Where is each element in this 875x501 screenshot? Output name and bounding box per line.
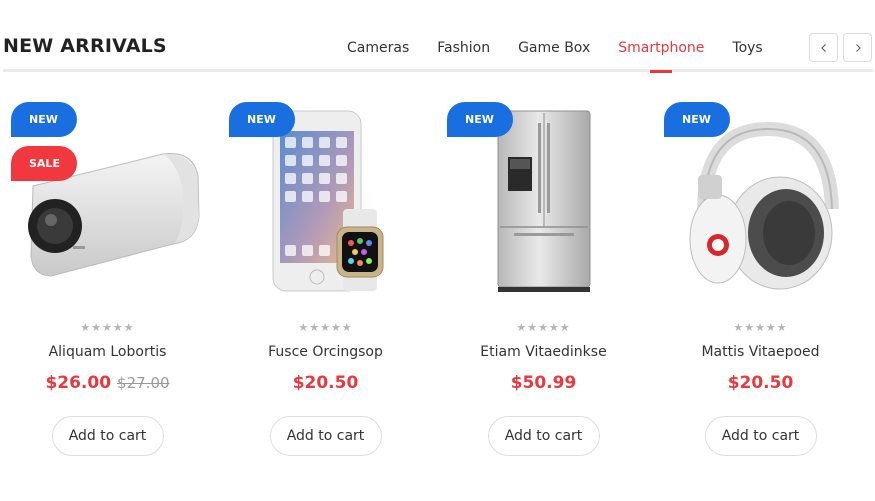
add-to-cart-button[interactable]: Add to cart	[269, 416, 382, 456]
chevron-right-icon	[855, 43, 861, 52]
tab-smartphone[interactable]: Smartphone	[604, 40, 718, 73]
action-camera-image	[27, 152, 200, 277]
tab-cameras[interactable]: Cameras	[333, 40, 423, 72]
prev-button[interactable]	[809, 33, 838, 62]
product-grid: NEW SALE ★★★★★ Aliquam Lobortis $26.00 $2…	[0, 96, 875, 476]
tab-game-box[interactable]: Game Box	[504, 40, 604, 72]
product-price: $20.50	[727, 373, 794, 393]
new-badge: NEW	[229, 102, 295, 137]
product-name[interactable]: Etiam Vitaedinkse	[441, 344, 646, 360]
rating-stars: ★★★★★	[298, 321, 353, 334]
tab-toys[interactable]: Toys	[718, 40, 776, 72]
add-to-cart-button[interactable]: Add to cart	[51, 416, 164, 456]
rating-stars: ★★★★★	[516, 321, 571, 334]
product-name[interactable]: Aliquam Lobortis	[5, 344, 210, 360]
product-price: $26.00	[45, 373, 112, 393]
chevron-left-icon	[820, 43, 826, 52]
section-title: NEW ARRIVALS	[3, 35, 167, 57]
old-price: $27.00	[117, 374, 170, 392]
tab-fashion[interactable]: Fashion	[423, 40, 504, 72]
rating-stars: ★★★★★	[80, 321, 135, 334]
category-tabs: Cameras Fashion Game Box Smartphone Toys	[333, 40, 777, 73]
refrigerator-image	[497, 110, 590, 292]
sale-badge: SALE	[11, 146, 77, 181]
section-header: NEW ARRIVALS Cameras Fashion Game Box Sm…	[3, 26, 873, 73]
product-name[interactable]: Fusce Orcingsop	[223, 344, 428, 360]
add-to-cart-button[interactable]: Add to cart	[704, 416, 817, 456]
product-price: $50.99	[510, 373, 577, 393]
headphones-image	[689, 121, 839, 290]
product-name[interactable]: Mattis Vitaepoed	[658, 344, 863, 360]
product-card: NEW ★★★★★ Etiam Vitaedinkse $50.99 Add t…	[441, 96, 646, 471]
next-button[interactable]	[843, 33, 872, 62]
product-price: $20.50	[292, 373, 359, 393]
product-card: NEW ★★★★★ Fusce Orcingsop $20.50 Add to …	[223, 96, 428, 471]
new-badge: NEW	[11, 102, 77, 137]
new-badge: NEW	[447, 102, 513, 137]
price-row: $26.00 $27.00	[5, 373, 210, 393]
price-row: $20.50	[223, 373, 428, 393]
new-badge: NEW	[664, 102, 730, 137]
price-row: $50.99	[441, 373, 646, 393]
rating-stars: ★★★★★	[733, 321, 788, 334]
product-card: NEW ★★★★★ Mattis Vitaepoed $20.50 Add to…	[658, 96, 863, 471]
product-card: NEW SALE ★★★★★ Aliquam Lobortis $26.00 $2…	[5, 96, 210, 471]
add-to-cart-button[interactable]: Add to cart	[487, 416, 600, 456]
price-row: $20.50	[658, 373, 863, 393]
